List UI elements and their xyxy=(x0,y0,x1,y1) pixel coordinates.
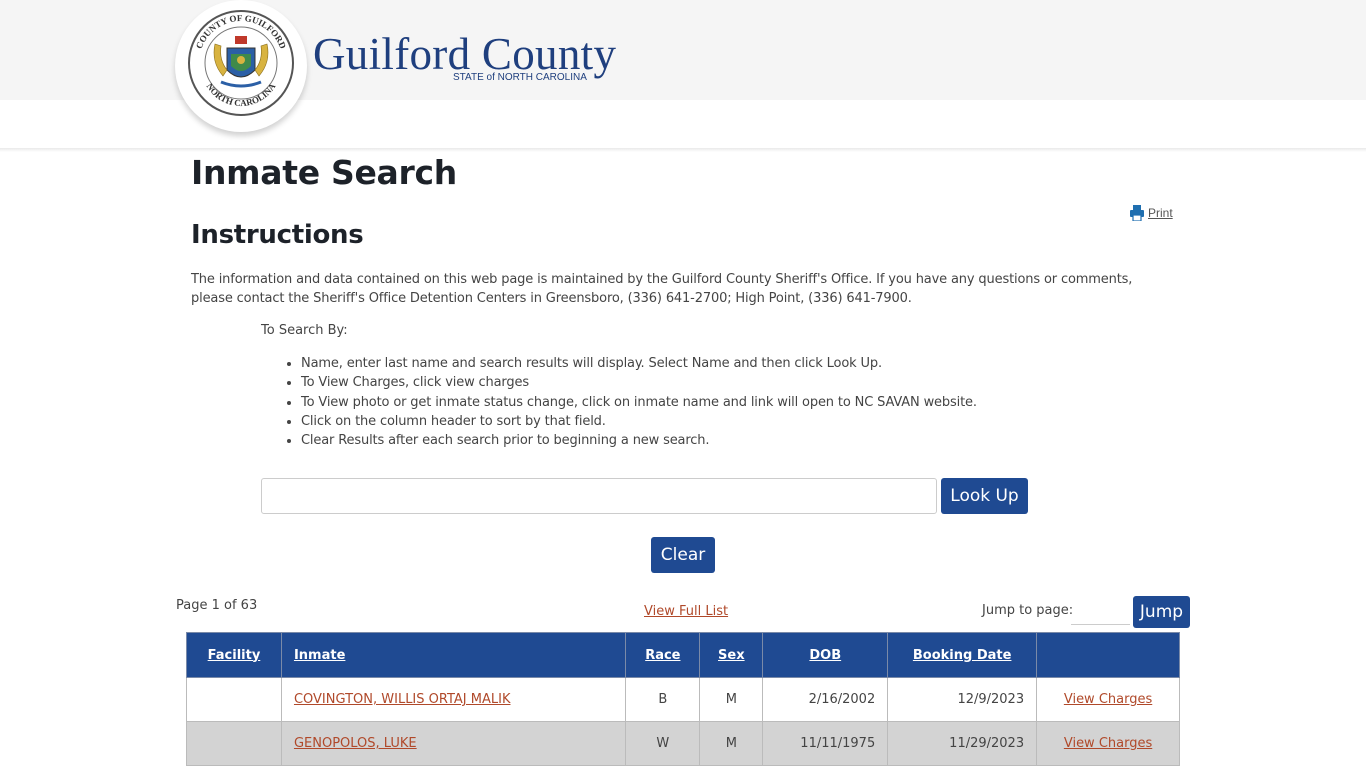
booking-date-cell: 12/9/2023 xyxy=(887,677,1038,722)
jump-to-page-label: Jump to page: xyxy=(982,603,1074,618)
seal-icon: COUNTY OF GUILFORD NORTH CAROLINA xyxy=(188,10,294,116)
list-item: Name, enter last name and search results… xyxy=(301,354,977,373)
column-header-actions xyxy=(1036,632,1180,678)
state-line: STATE of NORTH CAROLINA xyxy=(453,72,587,83)
header-divider xyxy=(0,148,1366,152)
print-label: Print xyxy=(1148,206,1173,220)
county-seal-logo[interactable]: COUNTY OF GUILFORD NORTH CAROLINA xyxy=(175,0,307,132)
list-item: Clear Results after each search prior to… xyxy=(301,431,977,450)
instructions-list: Name, enter last name and search results… xyxy=(261,354,977,450)
facility-cell xyxy=(186,721,282,766)
actions-cell: View Charges xyxy=(1036,677,1180,722)
column-header-facility[interactable]: Facility xyxy=(186,632,282,678)
list-item: To View photo or get inmate status chang… xyxy=(301,393,977,412)
county-wordmark[interactable]: Guilford County STATE of NORTH CAROLINA xyxy=(313,29,617,83)
search-by-label: To Search By: xyxy=(261,323,348,338)
column-header-booking-date[interactable]: Booking Date xyxy=(887,632,1038,678)
booking-date-cell: 11/29/2023 xyxy=(887,721,1038,766)
inmate-results-table: Facility Inmate Race Sex DOB Booking Dat… xyxy=(186,632,1180,766)
list-item: To View Charges, click view charges xyxy=(301,373,977,392)
inmate-name-link[interactable]: GENOPOLOS, LUKE xyxy=(294,736,417,751)
sex-cell: M xyxy=(699,721,764,766)
view-charges-link[interactable]: View Charges xyxy=(1064,692,1152,707)
print-link[interactable]: Print xyxy=(1130,205,1173,221)
look-up-button[interactable]: Look Up xyxy=(941,478,1028,514)
table-row: COVINGTON, WILLIS ORTAJ MALIK B M 2/16/2… xyxy=(186,677,1180,722)
inmate-name-link[interactable]: COVINGTON, WILLIS ORTAJ MALIK xyxy=(294,692,511,707)
table-header-row: Facility Inmate Race Sex DOB Booking Dat… xyxy=(186,632,1180,678)
sex-cell: M xyxy=(699,677,764,722)
instructions-heading: Instructions xyxy=(191,220,364,250)
clear-button[interactable]: Clear xyxy=(651,537,715,573)
inmate-cell: COVINGTON, WILLIS ORTAJ MALIK xyxy=(280,677,627,722)
dob-cell: 2/16/2002 xyxy=(762,677,889,722)
race-cell: B xyxy=(625,677,701,722)
column-header-dob[interactable]: DOB xyxy=(762,632,889,678)
jump-page-input[interactable] xyxy=(1071,604,1130,625)
intro-text: The information and data contained on th… xyxy=(191,272,1133,306)
view-full-list-link[interactable]: View Full List xyxy=(644,604,728,619)
jump-button[interactable]: Jump xyxy=(1133,596,1190,628)
dob-cell: 11/11/1975 xyxy=(762,721,889,766)
list-item: Click on the column header to sort by th… xyxy=(301,412,977,431)
view-charges-link[interactable]: View Charges xyxy=(1064,736,1152,751)
page-indicator: Page 1 of 63 xyxy=(176,598,258,613)
table-row: GENOPOLOS, LUKE W M 11/11/1975 11/29/202… xyxy=(186,721,1180,766)
column-header-sex[interactable]: Sex xyxy=(699,632,764,678)
search-input[interactable] xyxy=(261,478,937,514)
facility-cell xyxy=(186,677,282,722)
race-cell: W xyxy=(625,721,701,766)
page-title: Inmate Search xyxy=(191,153,457,192)
county-name: Guilford County xyxy=(313,29,617,79)
inmate-cell: GENOPOLOS, LUKE xyxy=(280,721,627,766)
printer-icon xyxy=(1130,205,1144,221)
actions-cell: View Charges xyxy=(1036,721,1180,766)
column-header-inmate[interactable]: Inmate xyxy=(280,632,627,678)
column-header-race[interactable]: Race xyxy=(625,632,701,678)
